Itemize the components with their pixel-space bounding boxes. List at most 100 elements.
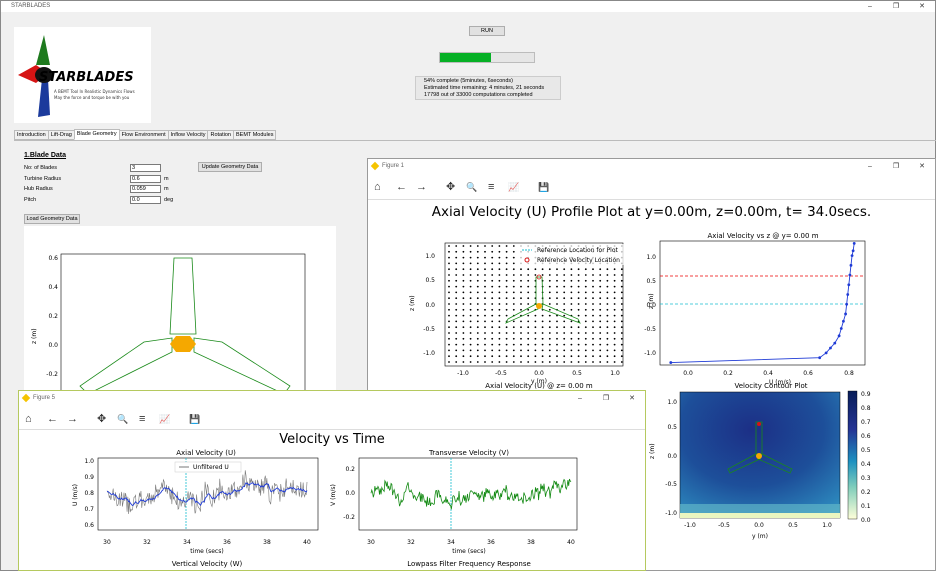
grid-point <box>505 285 508 288</box>
grid-point <box>498 291 501 294</box>
xtick: 0.0 <box>754 522 764 529</box>
grid-point <box>613 326 616 329</box>
grid-point <box>613 303 616 305</box>
grid-point <box>512 291 515 294</box>
profile-title: Axial Velocity vs z @ y= 0.00 m <box>707 232 818 240</box>
grid-point <box>548 279 551 282</box>
grid-point <box>520 308 522 311</box>
grid-point <box>563 308 566 311</box>
grid-point <box>563 314 566 317</box>
grid-point <box>448 349 450 352</box>
tab-bemt-modules[interactable]: BEMT Modules <box>232 130 277 140</box>
grid-point <box>476 268 479 271</box>
left-bottom-title: Axial Velocity (U) @ z= 0.00 m <box>485 382 593 390</box>
tab-introduction[interactable]: Introduction <box>14 130 49 140</box>
grid-point <box>556 355 558 358</box>
cbar-tick: 0.4 <box>861 461 871 468</box>
grid-point <box>584 343 587 346</box>
grid-point <box>527 291 530 294</box>
tab-inflow-velocity[interactable]: Inflow Velocity <box>167 130 209 140</box>
grid-point <box>498 285 501 288</box>
grid-point <box>498 308 501 311</box>
close-button[interactable]: ✕ <box>909 1 935 12</box>
grid-point <box>462 355 465 358</box>
hub-radius-field[interactable]: 0.059 <box>130 185 161 193</box>
grid-point <box>584 268 587 271</box>
grid-point <box>527 332 530 334</box>
ytick: 0.5 <box>667 424 677 431</box>
minimize-button[interactable]: – <box>857 1 883 12</box>
grid-point <box>455 308 458 311</box>
run-button[interactable]: RUN <box>469 26 505 36</box>
grid-point <box>548 326 551 329</box>
profile-point <box>829 346 832 350</box>
grid-point <box>577 355 580 358</box>
grid-point <box>620 349 623 352</box>
grid-point <box>498 250 501 253</box>
grid-point <box>476 308 479 311</box>
grid-point <box>520 297 522 300</box>
unit-turbine-radius: m <box>164 176 169 182</box>
grid-point <box>620 361 623 363</box>
grid-point <box>556 320 558 323</box>
grid-point <box>448 314 450 317</box>
grid-point <box>455 332 458 334</box>
label-turbine-radius: Turbine Radius <box>24 176 62 182</box>
grid-point <box>498 361 501 363</box>
grid-point <box>563 274 566 276</box>
grid-point <box>592 297 594 300</box>
maximize-button[interactable]: ❐ <box>883 1 909 12</box>
grid-point <box>592 314 594 317</box>
xtick: 30 <box>103 539 111 546</box>
grid-point <box>469 349 472 352</box>
grid-point <box>491 355 494 358</box>
grid-point <box>548 268 551 271</box>
xtick: 0.6 <box>803 370 813 377</box>
grid-point <box>577 361 580 363</box>
grid-point <box>476 303 479 305</box>
grid-point <box>498 349 501 352</box>
grid-point <box>620 332 623 334</box>
profile-line <box>670 243 855 364</box>
xtick: 36 <box>487 539 495 546</box>
grid-point <box>577 268 580 271</box>
tab-lift-drag[interactable]: Lift-Drag <box>47 130 75 140</box>
pitch-field[interactable]: 0.0 <box>130 196 161 204</box>
grid-point <box>448 308 450 311</box>
grid-point <box>599 355 602 358</box>
grid-point <box>563 320 566 323</box>
update-geometry-button[interactable]: Update Geometry Data <box>198 162 262 172</box>
grid-point <box>498 332 501 334</box>
grid-point <box>484 285 486 288</box>
profile-point <box>669 361 673 364</box>
cbar-tick: 0.6 <box>861 433 871 440</box>
tab-blade-geometry[interactable]: Blade Geometry <box>73 129 120 140</box>
num-blades-field[interactable]: 3 <box>130 164 161 172</box>
unit-hub-radius: m <box>164 186 169 192</box>
grid-point <box>448 285 450 288</box>
grid-point <box>491 274 494 276</box>
grid-point <box>469 291 472 294</box>
grid-point <box>484 245 486 247</box>
grid-point <box>491 303 494 305</box>
turbine-radius-field[interactable]: 0.6 <box>130 175 161 183</box>
ytick: -1.0 <box>644 350 656 357</box>
grid-point <box>469 285 472 288</box>
profile-point <box>833 341 837 345</box>
grid-point <box>613 285 616 288</box>
grid-point <box>448 291 450 294</box>
legend-reference-velocity: Reference Velocity Location <box>537 257 620 264</box>
left-ylabel: z (m) <box>409 295 416 311</box>
grid-point <box>448 343 450 346</box>
grid-point <box>584 332 587 334</box>
grid-point <box>563 332 566 334</box>
grid-point <box>613 274 616 276</box>
grid-point <box>548 308 551 311</box>
grid-point <box>520 361 522 363</box>
tab-rotation[interactable]: Rotation <box>207 130 234 140</box>
logo-tagline-2: May the force and torque be with you <box>54 95 130 100</box>
load-geometry-button[interactable]: Load Geometry Data <box>24 214 80 224</box>
grid-point <box>448 326 450 329</box>
grid-point <box>613 355 616 358</box>
tab-flow-environment[interactable]: Flow Environment <box>118 130 169 140</box>
